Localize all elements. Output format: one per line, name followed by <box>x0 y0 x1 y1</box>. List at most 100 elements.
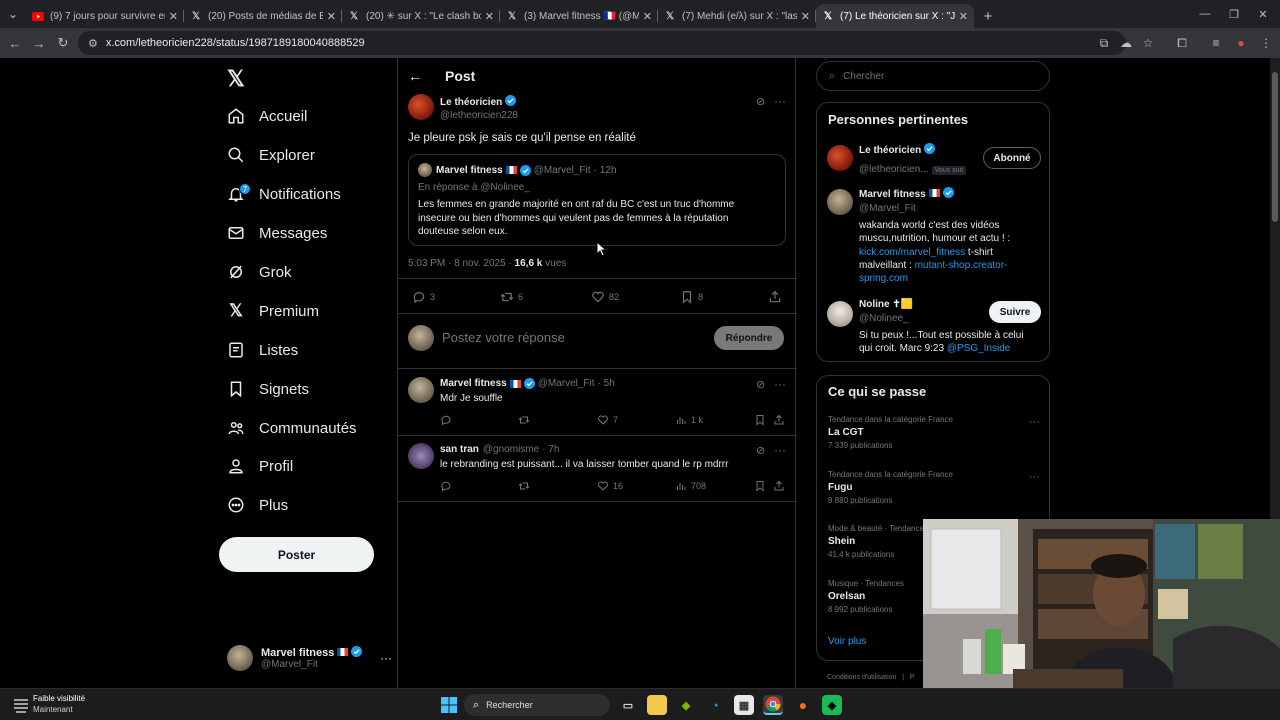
trend-item[interactable]: Tendance dans la catégorie France La CGT… <box>828 415 1040 450</box>
nav-item-premium[interactable]: 𝕏 Premium <box>227 297 319 325</box>
more-icon[interactable]: ··· <box>1029 471 1040 483</box>
person-card[interactable]: Marvel fitness @Marvel_Fit wakanda world… <box>827 187 1041 287</box>
more-icon[interactable]: ··· <box>774 377 786 391</box>
menu-icon[interactable]: ⋮ <box>1254 31 1278 55</box>
like-button[interactable]: 16 <box>597 480 623 492</box>
reply-author-name[interactable]: san tran <box>440 444 479 455</box>
close-window-icon[interactable]: ✕ <box>1246 0 1280 28</box>
person-card[interactable]: Le théoricien @letheoricien... Vous suit … <box>827 143 1041 175</box>
nav-item-notifications[interactable]: 7 Notifications <box>227 180 341 208</box>
share-button[interactable] <box>768 290 786 304</box>
cloud-icon[interactable]: ☁ <box>1114 31 1138 55</box>
post-button[interactable]: Poster <box>219 537 374 572</box>
following-button[interactable]: Abonné <box>983 147 1041 169</box>
back-icon[interactable]: ← <box>3 31 27 55</box>
author-handle[interactable]: @letheoricien228 <box>440 110 518 121</box>
bio-link[interactable]: kick.com/marvel_fitness <box>859 247 965 258</box>
browser-tab-3[interactable]: 𝕏 (20) ✳ sur X : "Le clash booba ✕ <box>342 4 500 28</box>
close-tab-icon[interactable]: ✕ <box>643 10 652 23</box>
forward-icon[interactable]: → <box>27 31 51 55</box>
reply-tweet[interactable]: san tran @gnomisme · 7h ⊘ ··· le rebrand… <box>398 436 797 500</box>
bookmark-button[interactable]: 8 <box>680 290 703 304</box>
close-tab-icon[interactable]: ✕ <box>485 10 494 23</box>
browser-tab-6[interactable]: 𝕏 (7) Le théoricien sur X : "Je pleu ✕ <box>816 4 974 28</box>
browser-tab-5[interactable]: 𝕏 (7) Mehdi (e/λ) sur X : "last time ✕ <box>658 4 816 28</box>
grok-icon[interactable]: ⊘ <box>756 444 765 457</box>
reply-button[interactable] <box>440 414 456 426</box>
chrome-icon[interactable] <box>763 695 783 715</box>
footer-links[interactable]: Conditions d'utilisation | P <box>827 674 915 681</box>
like-button[interactable]: 7 <box>597 414 618 426</box>
site-info-icon[interactable]: ⚙ <box>88 37 98 50</box>
author-name[interactable]: Le théoricien <box>440 97 502 108</box>
reload-icon[interactable]: ↻ <box>51 31 75 55</box>
retweet-button[interactable] <box>518 480 534 492</box>
grok-icon[interactable]: ⊘ <box>756 378 765 391</box>
back-arrow-icon[interactable]: ← <box>408 68 426 84</box>
retweet-button[interactable] <box>518 414 534 426</box>
taskbar-search[interactable]: ⌕ Rechercher <box>464 694 610 716</box>
new-tab-button[interactable]: + <box>974 4 1002 28</box>
follow-button[interactable]: Suivre <box>989 301 1041 323</box>
nav-item-explore[interactable]: Explorer <box>227 141 315 169</box>
views-button[interactable]: 708 <box>675 480 706 492</box>
reply-input[interactable]: Postez votre réponse <box>442 330 565 345</box>
bookmark-button[interactable] <box>754 480 770 492</box>
browser-tab-1[interactable]: (9) 7 jours pour survivre en Jung ✕ <box>26 4 184 28</box>
close-tab-icon[interactable]: ✕ <box>327 10 336 23</box>
avatar[interactable] <box>408 443 434 469</box>
task-view-icon[interactable]: ▭ <box>618 695 638 715</box>
avatar[interactable] <box>408 377 434 403</box>
address-bar[interactable]: ⚙ x.com/letheoricien228/status/198718918… <box>78 31 1126 55</box>
nav-item-more[interactable]: Plus <box>227 491 288 519</box>
more-icon[interactable]: ··· <box>774 443 786 457</box>
nav-item-grok[interactable]: Grok <box>227 258 292 286</box>
reply-button[interactable]: 3 <box>412 290 435 304</box>
more-icon[interactable]: ··· <box>380 651 392 665</box>
install-app-icon[interactable]: ⧉ <box>1092 31 1116 55</box>
file-explorer-icon[interactable] <box>647 695 667 715</box>
nav-item-home[interactable]: Accueil <box>227 102 307 130</box>
see-more-link[interactable]: Voir plus <box>828 636 866 647</box>
weather-widget[interactable]: Faible visibilité Maintenant <box>33 694 85 714</box>
bio-link[interactable]: @PSG_Inside <box>947 343 1011 354</box>
close-tab-icon[interactable]: ✕ <box>959 10 968 23</box>
account-switcher[interactable]: Marvel fitness @Marvel_Fit ··· <box>227 643 392 673</box>
store-icon[interactable]: ▦ <box>734 695 754 715</box>
views-button[interactable]: 1 k <box>675 414 703 426</box>
windows-start-icon[interactable] <box>439 695 459 715</box>
person-card[interactable]: Noline ✝🟨 @Nolinee_ Si tu peux !...Tout … <box>827 299 1041 355</box>
nav-item-messages[interactable]: Messages <box>227 219 327 247</box>
reply-submit-button[interactable]: Répondre <box>714 326 784 350</box>
search-input[interactable]: ⌕ Chercher <box>816 61 1050 91</box>
sidebar-icon[interactable]: ≡ <box>1204 31 1228 55</box>
retweet-button[interactable]: 6 <box>500 290 523 304</box>
tab-search-button[interactable]: ⌄ <box>0 0 26 28</box>
x-logo-icon[interactable]: 𝕏 <box>227 66 245 92</box>
share-button[interactable] <box>773 480 789 492</box>
bookmark-button[interactable] <box>754 414 770 426</box>
nav-item-communities[interactable]: Communautés <box>227 414 357 442</box>
browser-tab-2[interactable]: 𝕏 (20) Posts de médias de BMS | t ✕ <box>184 4 342 28</box>
share-button[interactable] <box>773 414 789 426</box>
edge-icon[interactable]: ◔ <box>705 695 725 715</box>
nav-item-profile[interactable]: Profil <box>227 452 293 480</box>
grok-icon[interactable]: ⊘ <box>756 95 765 108</box>
extensions-icon[interactable]: ⧠ <box>1170 31 1194 55</box>
reply-button[interactable] <box>440 480 456 492</box>
profile-avatar-icon[interactable]: ● <box>1229 31 1253 55</box>
nav-item-lists[interactable]: Listes <box>227 336 298 364</box>
avatar[interactable] <box>408 94 434 120</box>
weather-icon[interactable] <box>12 695 30 713</box>
quoted-tweet[interactable]: Marvel fitness @Marvel_Fit · 12h En répo… <box>408 154 786 246</box>
nav-item-bookmarks[interactable]: Signets <box>227 375 309 403</box>
close-tab-icon[interactable]: ✕ <box>801 10 810 23</box>
more-icon[interactable]: ··· <box>1029 416 1040 428</box>
like-button[interactable]: 82 <box>591 290 619 304</box>
scrollbar-thumb[interactable] <box>1272 72 1278 222</box>
reply-tweet[interactable]: Marvel fitness @Marvel_Fit · 5h ⊘ ··· Md… <box>398 369 797 435</box>
nvidia-icon[interactable]: ◆ <box>676 695 696 715</box>
trend-item[interactable]: Tendance dans la catégorie France Fugu 9… <box>828 470 1040 505</box>
bookmark-star-icon[interactable]: ☆ <box>1136 31 1160 55</box>
reply-author-name[interactable]: Marvel fitness <box>440 378 507 389</box>
